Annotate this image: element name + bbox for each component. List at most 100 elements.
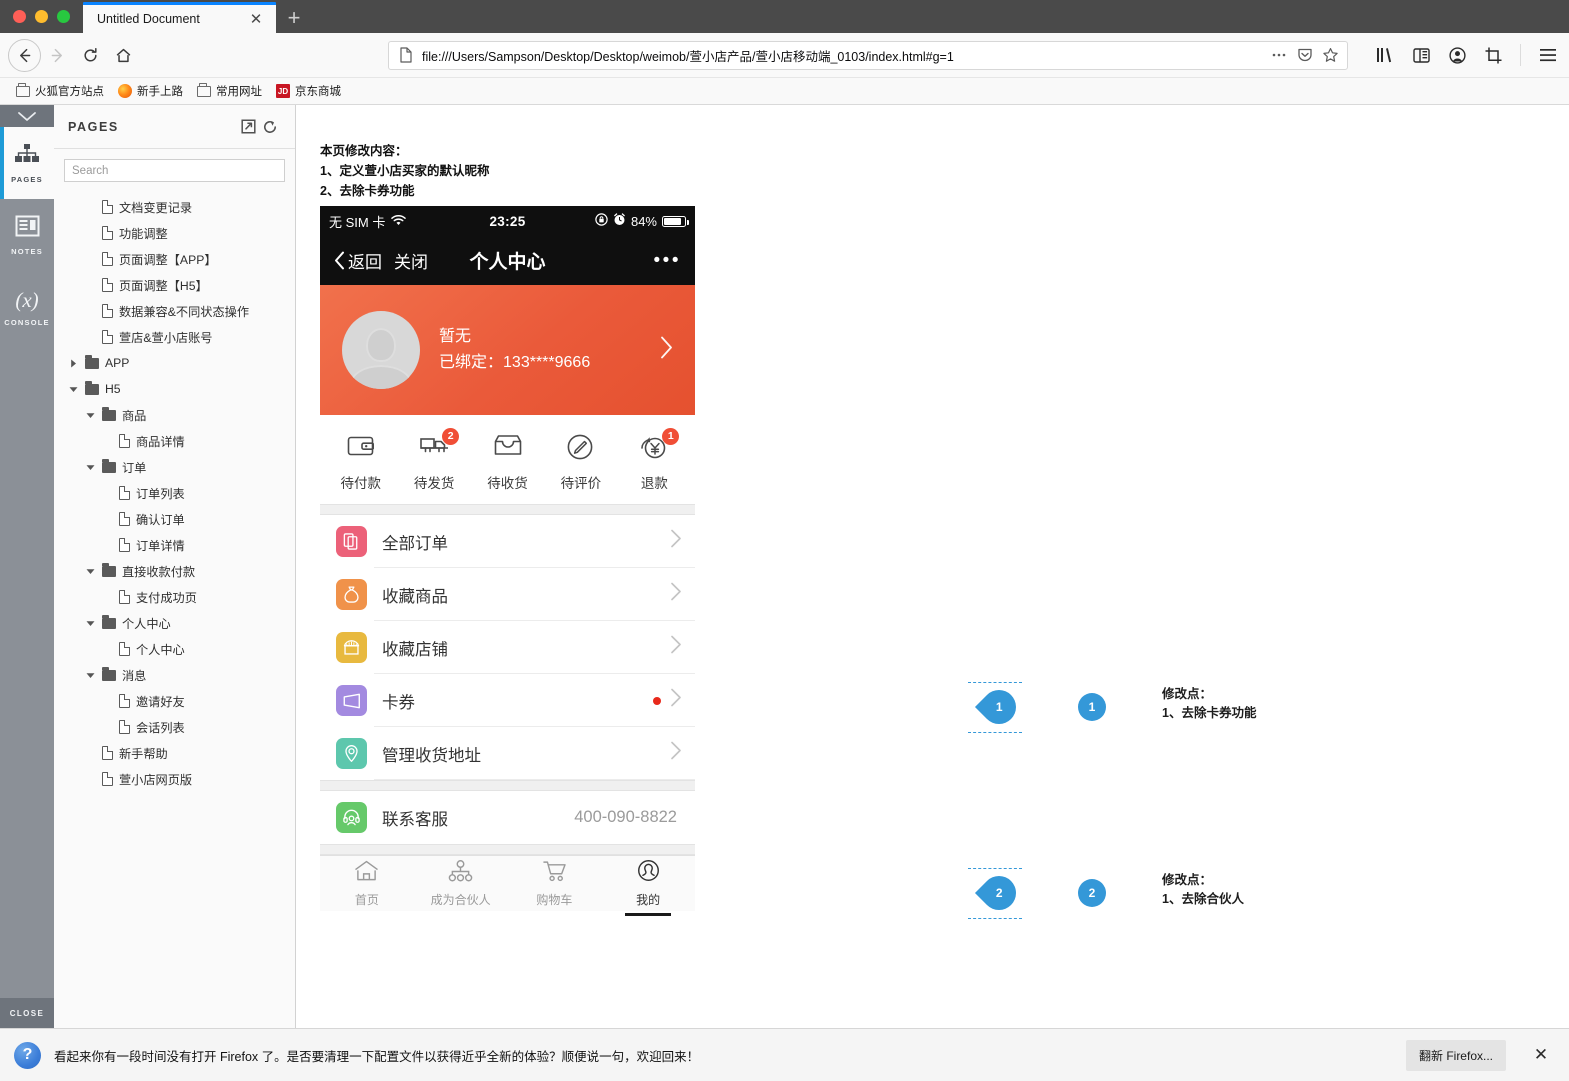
- tree-item-label: 文档变更记录: [119, 201, 193, 215]
- home-button[interactable]: [107, 39, 140, 72]
- collapse-panel-button[interactable]: [0, 105, 54, 127]
- menu-row[interactable]: 收藏商品: [320, 568, 695, 621]
- tree-page[interactable]: 订单列表: [54, 480, 295, 506]
- tree-page[interactable]: 支付成功页: [54, 584, 295, 610]
- rail-item-console[interactable]: (x) CONSOLE: [0, 271, 54, 343]
- bottom-tab[interactable]: 购物车: [508, 860, 602, 908]
- library-icon[interactable]: [1372, 42, 1398, 68]
- phone-bottom-tabbar: 首页 成为合伙人 购物车 我的: [320, 855, 695, 916]
- account-icon[interactable]: [1444, 42, 1470, 68]
- tree-item-label: 支付成功页: [136, 591, 197, 605]
- tree-item-label: 直接收款付款: [122, 565, 196, 579]
- tree-folder[interactable]: 订单: [54, 454, 295, 480]
- tree-item-label: 确认订单: [136, 513, 185, 527]
- tree-page[interactable]: 功能调整: [54, 220, 295, 246]
- close-window-button[interactable]: [13, 10, 26, 23]
- tree-page[interactable]: 个人中心: [54, 636, 295, 662]
- back-button[interactable]: [8, 38, 41, 72]
- annotation-pin-1[interactable]: 1: [974, 682, 1024, 732]
- close-button[interactable]: 关闭: [394, 248, 428, 273]
- refresh-icon[interactable]: [259, 116, 281, 138]
- profile-card[interactable]: 暂无 已绑定：133****9666: [320, 285, 695, 415]
- caret-down-icon[interactable]: [85, 670, 96, 681]
- screenshot-icon[interactable]: [1480, 42, 1506, 68]
- tree-page[interactable]: 文档变更记录: [54, 194, 295, 220]
- sidebar-toggle-icon[interactable]: [1408, 42, 1434, 68]
- tree-folder[interactable]: H5: [54, 376, 295, 402]
- tree-page[interactable]: 页面调整【H5】: [54, 272, 295, 298]
- tree-page[interactable]: 会话列表: [54, 714, 295, 740]
- tree-page[interactable]: 邀请好友: [54, 688, 295, 714]
- bookmark-star-icon[interactable]: [1321, 46, 1340, 65]
- tree-page[interactable]: 萱小店网页版: [54, 766, 295, 792]
- service-phone[interactable]: 400-090-8822: [574, 808, 681, 827]
- reload-button[interactable]: [74, 39, 107, 72]
- tree-page[interactable]: 新手帮助: [54, 740, 295, 766]
- search-input[interactable]: [64, 159, 285, 182]
- menu-row[interactable]: 收藏店铺: [320, 621, 695, 674]
- folder-icon: [102, 406, 116, 421]
- caret-down-icon[interactable]: [85, 462, 96, 473]
- annotation-marker-2[interactable]: 2: [1078, 879, 1106, 907]
- tree-folder[interactable]: 消息: [54, 662, 295, 688]
- tree-item-label: 页面调整【H5】: [119, 279, 208, 293]
- refresh-firefox-button[interactable]: 翻新 Firefox...: [1405, 1039, 1506, 1071]
- close-tab-icon[interactable]: ✕: [246, 9, 266, 29]
- new-tab-button[interactable]: +: [276, 2, 312, 33]
- back-button[interactable]: 返回: [334, 248, 382, 273]
- address-bar[interactable]: file:///Users/Sampson/Desktop/Desktop/we…: [388, 40, 1348, 70]
- bookmark-item[interactable]: 火狐官方站点: [10, 81, 112, 101]
- caret-down-icon[interactable]: [85, 566, 96, 577]
- order-status-item[interactable]: 2 待发货: [397, 427, 470, 492]
- tree-folder[interactable]: 商品: [54, 402, 295, 428]
- order-status-item[interactable]: 1 退款: [618, 427, 691, 492]
- bookmark-item[interactable]: JD 京东商城: [270, 81, 349, 101]
- menu-row[interactable]: 管理收货地址: [320, 727, 695, 780]
- tree-page[interactable]: 萱店&萱小店账号: [54, 324, 295, 350]
- caret-right-icon[interactable]: [68, 358, 79, 369]
- bookmark-item[interactable]: 常用网址: [191, 81, 270, 101]
- caret-down-icon[interactable]: [85, 618, 96, 629]
- phone-status-bar: 无 SIM 卡 23:25 84%: [320, 206, 695, 236]
- annotation-marker-1[interactable]: 1: [1078, 693, 1106, 721]
- tree-page[interactable]: 页面调整【APP】: [54, 246, 295, 272]
- window-controls[interactable]: [0, 0, 83, 33]
- contact-service-row[interactable]: 联系客服 400-090-8822: [320, 791, 695, 844]
- annotation-pin-2[interactable]: 2: [974, 868, 1024, 918]
- order-status-item[interactable]: 待付款: [324, 434, 397, 492]
- order-status-item[interactable]: 待收货: [471, 434, 544, 492]
- bookmark-item[interactable]: 新手上路: [112, 81, 191, 101]
- tree-page[interactable]: 数据兼容&不同状态操作: [54, 298, 295, 324]
- browser-tab[interactable]: Untitled Document ✕: [83, 2, 276, 33]
- menu-row[interactable]: 卡券: [320, 674, 695, 727]
- more-options-icon[interactable]: •••: [654, 251, 681, 270]
- annotation-marker-number: 1: [1088, 700, 1096, 714]
- tree-folder[interactable]: APP: [54, 350, 295, 376]
- tree-item-label: H5: [105, 382, 121, 396]
- annotation-guide-top-1: [968, 682, 1022, 683]
- bottom-tab[interactable]: 成为合伙人: [414, 859, 508, 908]
- order-status-item[interactable]: 待评价: [544, 434, 617, 492]
- external-link-icon[interactable]: [237, 116, 259, 138]
- caret-down-icon[interactable]: [68, 384, 79, 395]
- close-panel-button[interactable]: CLOSE: [0, 998, 54, 1028]
- tree-page[interactable]: 商品详情: [54, 428, 295, 454]
- page-actions-icon[interactable]: [1269, 46, 1288, 65]
- menu-row-label: 管理收货地址: [382, 746, 481, 765]
- hamburger-menu-icon[interactable]: [1535, 42, 1561, 68]
- pocket-icon[interactable]: [1295, 46, 1314, 65]
- tree-page[interactable]: 订单详情: [54, 532, 295, 558]
- bottom-tab[interactable]: 我的: [601, 859, 695, 916]
- tree-folder[interactable]: 直接收款付款: [54, 558, 295, 584]
- maximize-window-button[interactable]: [57, 10, 70, 23]
- forward-button[interactable]: [41, 39, 74, 72]
- close-notification-icon[interactable]: ✕: [1527, 1041, 1555, 1069]
- rail-item-notes[interactable]: NOTES: [0, 199, 54, 271]
- tree-folder[interactable]: 个人中心: [54, 610, 295, 636]
- rail-item-pages[interactable]: PAGES: [0, 127, 54, 199]
- caret-down-icon[interactable]: [85, 410, 96, 421]
- menu-row[interactable]: 全部订单: [320, 515, 695, 568]
- tree-page[interactable]: 确认订单: [54, 506, 295, 532]
- minimize-window-button[interactable]: [35, 10, 48, 23]
- bottom-tab[interactable]: 首页: [320, 860, 414, 908]
